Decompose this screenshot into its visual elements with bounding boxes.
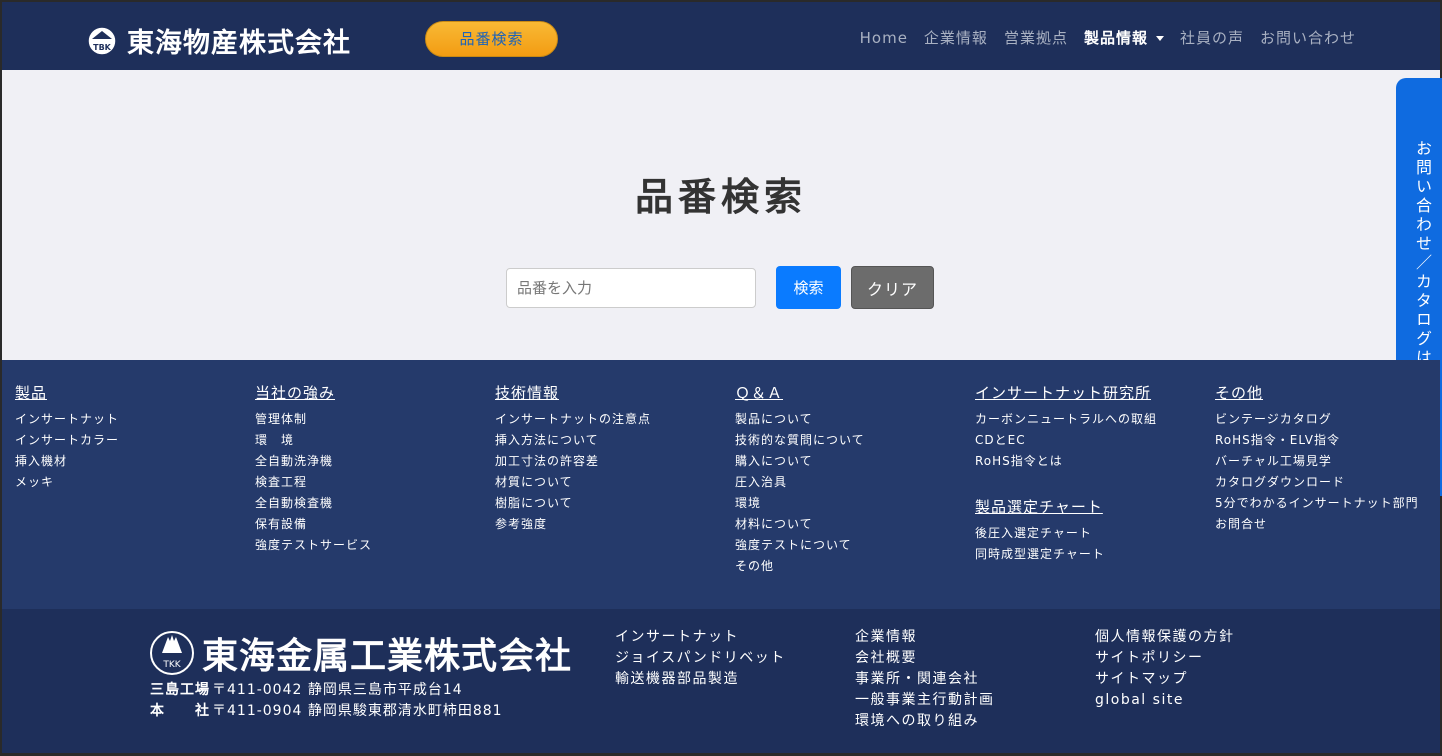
header-logo[interactable]: TBK 東海物産株式会社 xyxy=(86,21,351,60)
footer-heading[interactable]: その他 xyxy=(1215,382,1419,403)
footer-link[interactable]: 圧入治具 xyxy=(735,472,865,493)
footer-link[interactable]: 材料について xyxy=(735,514,865,535)
footer-link[interactable]: 環 境 xyxy=(255,430,372,451)
footer-link[interactable]: 事業所・関連会社 xyxy=(855,669,995,690)
footer-link[interactable]: インサートナット xyxy=(615,627,786,648)
footer-bottom-col-company: 企業情報 会社概要 事業所・関連会社 一般事業主行動計画 環境への取り組み xyxy=(855,627,995,732)
footer-link[interactable]: RoHS指令・ELV指令 xyxy=(1215,430,1419,451)
footer-link[interactable]: メッキ xyxy=(15,472,119,493)
footer-link[interactable]: global site xyxy=(1095,690,1235,711)
footer-link[interactable]: インサートナット xyxy=(15,409,119,430)
footer-bottom-col-products: インサートナット ジョイスパンドリベット 輸送機器部品製造 xyxy=(615,627,786,690)
footer-link[interactable]: インサートカラー xyxy=(15,430,119,451)
footer-link[interactable]: 会社概要 xyxy=(855,648,995,669)
part-number-input[interactable] xyxy=(506,268,756,308)
footer-link[interactable]: 全自動検査機 xyxy=(255,493,372,514)
tbk-logo-icon: TBK xyxy=(87,25,117,56)
address-text: 〒411-0904 静岡県駿東郡清水町柿田881 xyxy=(212,703,503,719)
footer-heading[interactable]: インサートナット研究所 xyxy=(975,382,1157,403)
footer-link[interactable]: 購入について xyxy=(735,451,865,472)
caret-down-icon xyxy=(1155,36,1164,41)
footer-col-lab: インサートナット研究所 カーボンニュートラルへの取組 CDとEC RoHS指令と… xyxy=(975,382,1157,565)
footer-link[interactable]: 強度テストサービス xyxy=(255,535,372,556)
footer-col-qa: Ｑ＆Ａ 製品について 技術的な質問について 購入について 圧入治具 環境 材料に… xyxy=(735,382,865,577)
footer-link[interactable]: 強度テストについて xyxy=(735,535,865,556)
footer-link[interactable]: 企業情報 xyxy=(855,627,995,648)
footer-link[interactable]: CDとEC xyxy=(975,430,1157,451)
nav-sales-offices[interactable]: 営業拠点 xyxy=(1004,27,1068,48)
nav-products[interactable]: 製品情報 xyxy=(1084,27,1164,48)
search-section: 品番検索 検索 クリア xyxy=(2,70,1440,360)
footer-col-products: 製品 インサートナット インサートカラー 挿入機材 メッキ xyxy=(15,382,119,493)
footer-heading[interactable]: 技術情報 xyxy=(495,382,651,403)
nav-company-info[interactable]: 企業情報 xyxy=(924,27,988,48)
nav-home[interactable]: Home xyxy=(860,29,908,47)
footer-links: 製品 インサートナット インサートカラー 挿入機材 メッキ 当社の強み 管理体制… xyxy=(2,360,1440,610)
footer-link[interactable]: 同時成型選定チャート xyxy=(975,544,1157,565)
footer-bottom-col-policy: 個人情報保護の方針 サイトポリシー サイトマップ global site xyxy=(1095,627,1235,711)
footer-link[interactable]: バーチャル工場見学 xyxy=(1215,451,1419,472)
footer-link[interactable]: カタログダウンロード xyxy=(1215,472,1419,493)
footer-heading-selection-chart[interactable]: 製品選定チャート xyxy=(975,496,1157,517)
footer-link[interactable]: カーボンニュートラルへの取組 xyxy=(975,409,1157,430)
footer-link[interactable]: 管理体制 xyxy=(255,409,372,430)
tkk-logo-icon: TKK xyxy=(150,631,194,675)
part-search-pill-button[interactable]: 品番検索 xyxy=(425,21,558,57)
footer-link[interactable]: 製品について xyxy=(735,409,865,430)
footer-link[interactable]: サイトマップ xyxy=(1095,669,1235,690)
footer-link[interactable]: 検査工程 xyxy=(255,472,372,493)
page-title: 品番検索 xyxy=(634,175,807,219)
address-head-office: 本 社〒411-0904 静岡県駿東郡清水町柿田881 xyxy=(150,700,503,720)
footer-link[interactable]: 5分でわかるインサートナット部門 xyxy=(1215,493,1419,514)
footer-link[interactable]: お問合せ xyxy=(1215,514,1419,535)
footer-link[interactable]: 一般事業主行動計画 xyxy=(855,690,995,711)
footer-link[interactable]: 個人情報保護の方針 xyxy=(1095,627,1235,648)
footer-link[interactable]: RoHS指令とは xyxy=(975,451,1157,472)
address-text: 〒411-0042 静岡県三島市平成台14 xyxy=(212,682,463,698)
footer-col-strengths: 当社の強み 管理体制 環 境 全自動洗浄機 検査工程 全自動検査機 保有設備 強… xyxy=(255,382,372,556)
footer-link[interactable]: 参考強度 xyxy=(495,514,651,535)
corp-logo[interactable]: TKK 東海金属工業株式会社 xyxy=(148,627,572,679)
clear-button[interactable]: クリア xyxy=(851,266,934,309)
footer-link[interactable]: インサートナットの注意点 xyxy=(495,409,651,430)
address-mishima: 三島工場 〒411-0042 静岡県三島市平成台14 xyxy=(150,679,463,699)
nav-products-label: 製品情報 xyxy=(1083,29,1148,47)
footer-bottom: TKK 東海金属工業株式会社 三島工場 〒411-0042 静岡県三島市平成台14… xyxy=(2,609,1440,753)
address-label: 本 社 xyxy=(150,703,210,719)
header-company-name: 東海物産株式会社 xyxy=(127,28,351,59)
footer-link[interactable]: 樹脂について xyxy=(495,493,651,514)
footer-link[interactable]: ジョイスパンドリベット xyxy=(615,648,786,669)
footer-link[interactable]: 技術的な質問について xyxy=(735,430,865,451)
corp-name: 東海金属工業株式会社 xyxy=(202,636,573,677)
footer-link[interactable]: 材質について xyxy=(495,472,651,493)
footer-link[interactable]: 挿入方法について xyxy=(495,430,651,451)
footer-link[interactable]: その他 xyxy=(735,556,865,577)
site-header: TBK 東海物産株式会社 品番検索 Home 企業情報 営業拠点 製品情報 社員… xyxy=(2,2,1440,70)
nav-contact[interactable]: お問い合わせ xyxy=(1260,27,1356,48)
search-button[interactable]: 検索 xyxy=(776,266,841,309)
footer-link[interactable]: 加工寸法の許容差 xyxy=(495,451,651,472)
svg-text:TBK: TBK xyxy=(93,43,112,52)
address-label: 三島工場 xyxy=(150,682,210,698)
footer-link[interactable]: 挿入機材 xyxy=(15,451,119,472)
nav-employee-voices[interactable]: 社員の声 xyxy=(1180,27,1244,48)
footer-heading[interactable]: Ｑ＆Ａ xyxy=(735,382,865,403)
footer-link[interactable]: 後圧入選定チャート xyxy=(975,523,1157,544)
svg-text:TKK: TKK xyxy=(162,660,181,670)
footer-heading[interactable]: 製品 xyxy=(15,382,119,403)
footer-link[interactable]: 保有設備 xyxy=(255,514,372,535)
footer-heading[interactable]: 当社の強み xyxy=(255,382,372,403)
footer-col-other: その他 ビンテージカタログ RoHS指令・ELV指令 バーチャル工場見学 カタロ… xyxy=(1215,382,1419,535)
footer-link[interactable]: 環境 xyxy=(735,493,865,514)
footer-link[interactable]: サイトポリシー xyxy=(1095,648,1235,669)
footer-link[interactable]: ビンテージカタログ xyxy=(1215,409,1419,430)
footer-col-tech-info: 技術情報 インサートナットの注意点 挿入方法について 加工寸法の許容差 材質につ… xyxy=(495,382,651,535)
footer-link[interactable]: 環境への取り組み xyxy=(855,711,995,732)
main-nav: Home 企業情報 営業拠点 製品情報 社員の声 お問い合わせ xyxy=(860,27,1356,48)
footer-link[interactable]: 全自動洗浄機 xyxy=(255,451,372,472)
footer-link[interactable]: 輸送機器部品製造 xyxy=(615,669,786,690)
